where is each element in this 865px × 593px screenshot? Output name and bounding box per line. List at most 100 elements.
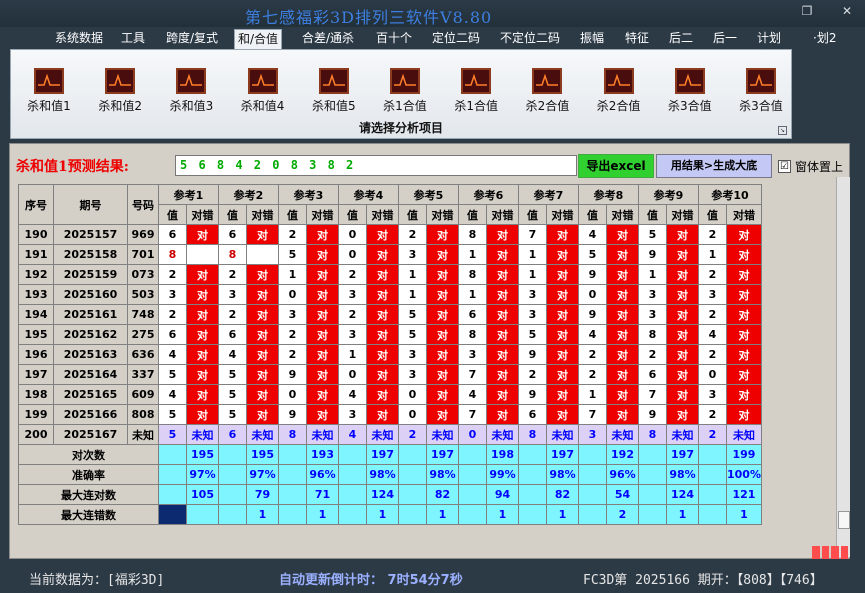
cell-hit: 对 xyxy=(486,284,519,305)
cell-hit: 对 xyxy=(186,284,219,305)
cell-hit: 对 xyxy=(726,404,762,425)
cell-hit: 对 xyxy=(726,324,762,345)
menu-span[interactable]: 跨度/复式 xyxy=(163,29,221,49)
cell-predicted-value: 3 xyxy=(578,424,607,445)
topmost-checkbox[interactable]: ☑ 窗体置上 xyxy=(778,156,843,176)
cell-value: 6 xyxy=(158,224,187,245)
stats-left-cell xyxy=(218,504,247,525)
menu-last-one[interactable]: 后一 xyxy=(710,29,740,49)
cell-hit: 对 xyxy=(606,224,639,245)
ribbon-button-label: 杀和值2 xyxy=(98,99,142,113)
scrollbar-thumb[interactable] xyxy=(838,511,850,529)
table-row[interactable]: 198 2025165 609 4 对 5 对 0 对 4 对 0 对 4 对 9 对 1 对 7 对 3 对 xyxy=(18,384,762,405)
cell-hit: 对 xyxy=(426,344,459,365)
menu-amplitude[interactable]: 振幅 xyxy=(577,29,607,49)
menu-fixed-two[interactable]: 定位二码 xyxy=(429,29,483,49)
ribbon-button-7[interactable]: 杀1合值 xyxy=(440,68,512,118)
cell-hit: 对 xyxy=(546,264,579,285)
cell-value: 9 xyxy=(638,244,667,265)
restore-icon[interactable]: ❐ xyxy=(798,5,816,17)
stats-value: 1 xyxy=(366,504,399,525)
stats-row: 对次数 195 195 193 197 197 198 197 192 197 199 xyxy=(18,444,762,465)
ribbon-button-2[interactable]: 杀和值2 xyxy=(84,68,156,118)
cell-value: 0 xyxy=(698,364,727,385)
table-row[interactable]: 191 2025158 701 8 8 5 对 0 对 3 对 1 对 1 对 5 对 9 对 1 对 xyxy=(18,244,762,265)
menu-sum[interactable]: 和/合值 xyxy=(234,29,283,49)
stats-left-cell xyxy=(638,504,667,525)
ribbon-button-5[interactable]: 杀和值5 xyxy=(298,68,370,118)
dialog-launcher-icon[interactable]: ↘ xyxy=(778,126,787,135)
menu-system-data[interactable]: 系统数据 xyxy=(52,29,106,49)
ribbon-button-1[interactable]: 杀和值1 xyxy=(13,68,85,118)
cell-unknown: 未知 xyxy=(246,424,279,445)
menu-feature[interactable]: 特征 xyxy=(622,29,652,49)
cell-hit: 对 xyxy=(306,284,339,305)
stats-left-cell xyxy=(578,464,607,485)
cell-value: 2 xyxy=(278,344,307,365)
cell-hit: 对 xyxy=(426,264,459,285)
table-row[interactable]: 193 2025160 503 3 对 3 对 0 对 3 对 1 对 1 对 3 对 0 对 3 对 3 对 xyxy=(18,284,762,305)
cell-value: 0 xyxy=(398,404,427,425)
stats-value: 1 xyxy=(306,504,339,525)
menu-bar: 系统数据 工具 跨度/复式 和/合值 合差/通杀 百十个 定位二码 不定位二码 … xyxy=(0,27,865,49)
table-row[interactable]: 195 2025162 275 6 对 6 对 2 对 3 对 5 对 8 对 5 对 4 对 8 对 4 对 xyxy=(18,324,762,345)
cell-value: 3 xyxy=(398,344,427,365)
header-hit: 对错 xyxy=(186,204,219,225)
menu-digits[interactable]: 百十个 xyxy=(373,29,415,49)
ribbon-button-10[interactable]: 杀3合值 xyxy=(654,68,726,118)
ribbon-button-label: 杀2合值 xyxy=(596,99,641,113)
stats-value: 54 xyxy=(606,484,639,505)
menu-diff[interactable]: 合差/通杀 xyxy=(299,29,357,49)
prediction-row[interactable]: 200 2025167 未知 5 未知 6 未知 8 未知 4 未知 2 未知 0 未知 8 未知 3 未知 8 未知 2… xyxy=(18,424,762,445)
chart-icon xyxy=(318,68,349,94)
ribbon-button-4[interactable]: 杀和值4 xyxy=(227,68,299,118)
menu-unfixed-two[interactable]: 不定位二码 xyxy=(497,29,563,49)
export-excel-button[interactable]: 导出excel xyxy=(578,154,654,178)
cell-hit: 对 xyxy=(366,244,399,265)
ribbon-button-8[interactable]: 杀2合值 xyxy=(511,68,583,118)
table-row[interactable]: 199 2025166 808 5 对 5 对 9 对 3 对 0 对 7 对 6 对 7 对 9 对 2 对 xyxy=(18,404,762,425)
cell-predicted-value: 4 xyxy=(338,424,367,445)
table-row[interactable]: 190 2025157 969 6 对 6 对 2 对 0 对 2 对 8 对 7 对 4 对 5 对 2 对 xyxy=(18,224,762,245)
ribbon-button-11[interactable]: 杀3合值 xyxy=(725,68,797,118)
cell-value: 5 xyxy=(578,244,607,265)
app-title: 第七感福彩3D排列三软件V8.80 xyxy=(245,8,493,27)
cell-value: 3 xyxy=(638,304,667,325)
close-icon[interactable]: ✕ xyxy=(838,5,856,17)
cell-value: 0 xyxy=(578,284,607,305)
menu-tools[interactable]: 工具 xyxy=(118,29,148,49)
header-hit: 对错 xyxy=(486,204,519,225)
cell-unknown: 未知 xyxy=(426,424,459,445)
ribbon-button-3[interactable]: 杀和值3 xyxy=(155,68,227,118)
cell-value: 4 xyxy=(458,384,487,405)
cell-unknown: 未知 xyxy=(546,424,579,445)
cell-value: 4 xyxy=(158,384,187,405)
cell-hit: 对 xyxy=(546,364,579,385)
vertical-scrollbar[interactable]: ▼ xyxy=(836,177,850,557)
status-bar: 当前数据为：[福彩3D] 自动更新倒计时： 7时54分7秒 FC3D第 2025… xyxy=(0,563,865,593)
table-row[interactable]: 196 2025163 636 4 对 4 对 2 对 1 对 3 对 3 对 9 对 2 对 2 对 2 对 xyxy=(18,344,762,365)
menu-last-two[interactable]: 后二 xyxy=(666,29,696,49)
header-row: 序号 期号 号码 参考1 参考2 参考3 参考4 参考5 参考6 参考7 参考8 参考9 参考10 xyxy=(18,184,762,225)
cell-value: 9 xyxy=(518,384,547,405)
cell-value: 2 xyxy=(278,324,307,345)
prediction-result-field[interactable]: 5 6 8 4 2 0 8 3 8 2 xyxy=(175,155,577,176)
stats-value: 96% xyxy=(606,464,639,485)
table-row[interactable]: 197 2025164 337 5 对 5 对 9 对 0 对 3 对 7 对 2 对 2 对 6 对 0 对 xyxy=(18,364,762,385)
table-row[interactable]: 194 2025161 748 2 对 2 对 3 对 2 对 5 对 6 对 3 对 9 对 3 对 2 对 xyxy=(18,304,762,325)
menu-plan2[interactable]: ·划2 xyxy=(810,29,839,49)
stats-left-cell xyxy=(638,444,667,465)
generate-base-button[interactable]: 用结果>生成大底 xyxy=(656,154,772,178)
ribbon-button-9[interactable]: 杀2合值 xyxy=(583,68,655,118)
ribbon-button-6[interactable]: 杀1合值 xyxy=(369,68,441,118)
cell-value: 2 xyxy=(158,264,187,285)
header-value: 值 xyxy=(338,204,367,225)
cell-hit: 对 xyxy=(606,264,639,285)
menu-plan[interactable]: 计划 xyxy=(754,29,784,49)
cell-value: 9 xyxy=(638,404,667,425)
header-hit: 对错 xyxy=(366,204,399,225)
table-row[interactable]: 192 2025159 073 2 对 2 对 1 对 2 对 1 对 8 对 1 对 9 对 1 对 2 对 xyxy=(18,264,762,285)
cell-hit: 对 xyxy=(606,364,639,385)
cell-number: 701 xyxy=(127,244,159,265)
checkbox-check-icon[interactable]: ☑ xyxy=(778,159,791,173)
